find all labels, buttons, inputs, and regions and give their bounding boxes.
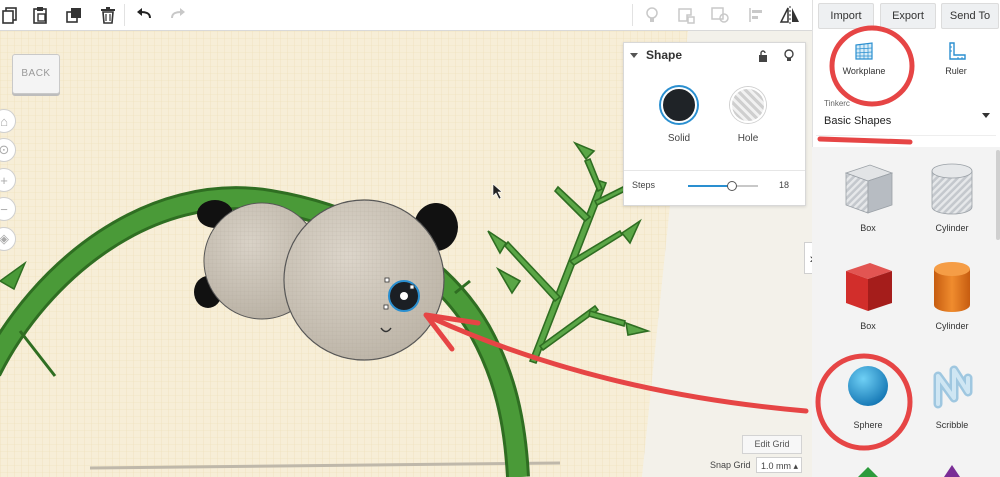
- light-icon[interactable]: [636, 0, 668, 30]
- shape-label: Cylinder: [935, 321, 969, 331]
- light-bulb-icon[interactable]: [783, 49, 795, 67]
- steps-slider-thumb[interactable]: [727, 181, 738, 191]
- shape-tile-box[interactable]: Box: [828, 157, 908, 233]
- duplicate-icon[interactable]: [58, 0, 90, 30]
- box-red-icon: [846, 263, 892, 311]
- shape-tile-box-red[interactable]: Box: [828, 255, 908, 331]
- shape-label: Box: [860, 223, 876, 233]
- steps-slider[interactable]: [688, 181, 758, 191]
- group-icon[interactable]: [670, 0, 702, 30]
- paste-icon[interactable]: [24, 0, 56, 30]
- redo-icon[interactable]: [162, 0, 194, 30]
- shape-tile-scribble[interactable]: Scribble: [912, 354, 992, 430]
- box-striped-icon: [844, 164, 894, 214]
- solid-label: Solid: [667, 133, 691, 144]
- shapes-grid: Box Cylinder Box Cylinder Sphere Scribbl…: [812, 147, 1000, 477]
- align-icon[interactable]: [740, 0, 772, 30]
- cylinder-orange-icon: [934, 262, 970, 312]
- dropdown-caret-icon: [982, 113, 990, 118]
- edit-grid-button[interactable]: Edit Grid: [742, 435, 802, 454]
- shape-label: Scribble: [935, 420, 969, 430]
- shape-inspector-panel: Shape Solid Hole Steps 18: [623, 42, 806, 206]
- steps-row: Steps 18: [624, 170, 805, 199]
- lock-icon[interactable]: [757, 49, 769, 67]
- steps-label: Steps: [632, 180, 656, 190]
- import-button[interactable]: Import: [818, 3, 874, 29]
- snap-grid-label: Snap Grid: [710, 460, 751, 470]
- ruler-tool[interactable]: Ruler: [921, 36, 991, 76]
- collapse-caret-icon[interactable]: [630, 52, 638, 58]
- export-button[interactable]: Export: [880, 3, 936, 29]
- main-toolbar: [0, 0, 812, 31]
- shape-panel-title: Shape: [646, 48, 683, 62]
- library-value: Basic Shapes: [824, 115, 892, 127]
- steps-slider-fill: [688, 185, 732, 187]
- hole-swatch[interactable]: [730, 87, 766, 123]
- ruler-icon: [949, 42, 966, 60]
- delete-icon[interactable]: [92, 0, 124, 30]
- shape-tile-cylinder-orange[interactable]: Cylinder: [912, 255, 992, 331]
- workplane-tool[interactable]: Workplane: [829, 36, 899, 76]
- view-cube[interactable]: BACK: [12, 54, 60, 94]
- copy-icon[interactable]: [0, 0, 26, 30]
- solid-option[interactable]: Solid: [649, 87, 709, 144]
- sphere-blue-icon: [848, 366, 888, 406]
- scribble-icon: [933, 365, 973, 409]
- shape-library-select[interactable]: Tinkerc Basic Shapes: [816, 95, 996, 136]
- ungroup-icon[interactable]: [704, 0, 736, 30]
- send-to-button[interactable]: Send To: [941, 3, 999, 29]
- shape-tile-sphere[interactable]: Sphere: [828, 354, 908, 430]
- more-shapes-peek: [858, 465, 960, 477]
- hole-option[interactable]: Hole: [718, 87, 778, 144]
- mirror-icon[interactable]: [774, 0, 806, 30]
- steps-value[interactable]: 18: [779, 180, 789, 190]
- shape-label: Box: [860, 321, 876, 331]
- view-cube-label: BACK: [21, 68, 51, 79]
- undo-icon[interactable]: [128, 0, 160, 30]
- hole-label: Hole: [737, 133, 759, 144]
- cylinder-striped-icon: [931, 163, 973, 215]
- shape-label: Cylinder: [935, 223, 969, 233]
- snap-grid-select[interactable]: 1.0 mm ▴: [756, 457, 802, 473]
- sidebar-scrollbar[interactable]: [996, 150, 1000, 240]
- workplane-icon: [855, 42, 873, 60]
- shape-label: Sphere: [853, 420, 883, 430]
- solid-swatch[interactable]: [661, 87, 697, 123]
- shape-tile-cylinder[interactable]: Cylinder: [912, 157, 992, 233]
- ruler-label: Ruler: [945, 66, 967, 76]
- workplane-label: Workplane: [842, 66, 886, 76]
- library-provider-label: Tinkerc: [824, 99, 850, 108]
